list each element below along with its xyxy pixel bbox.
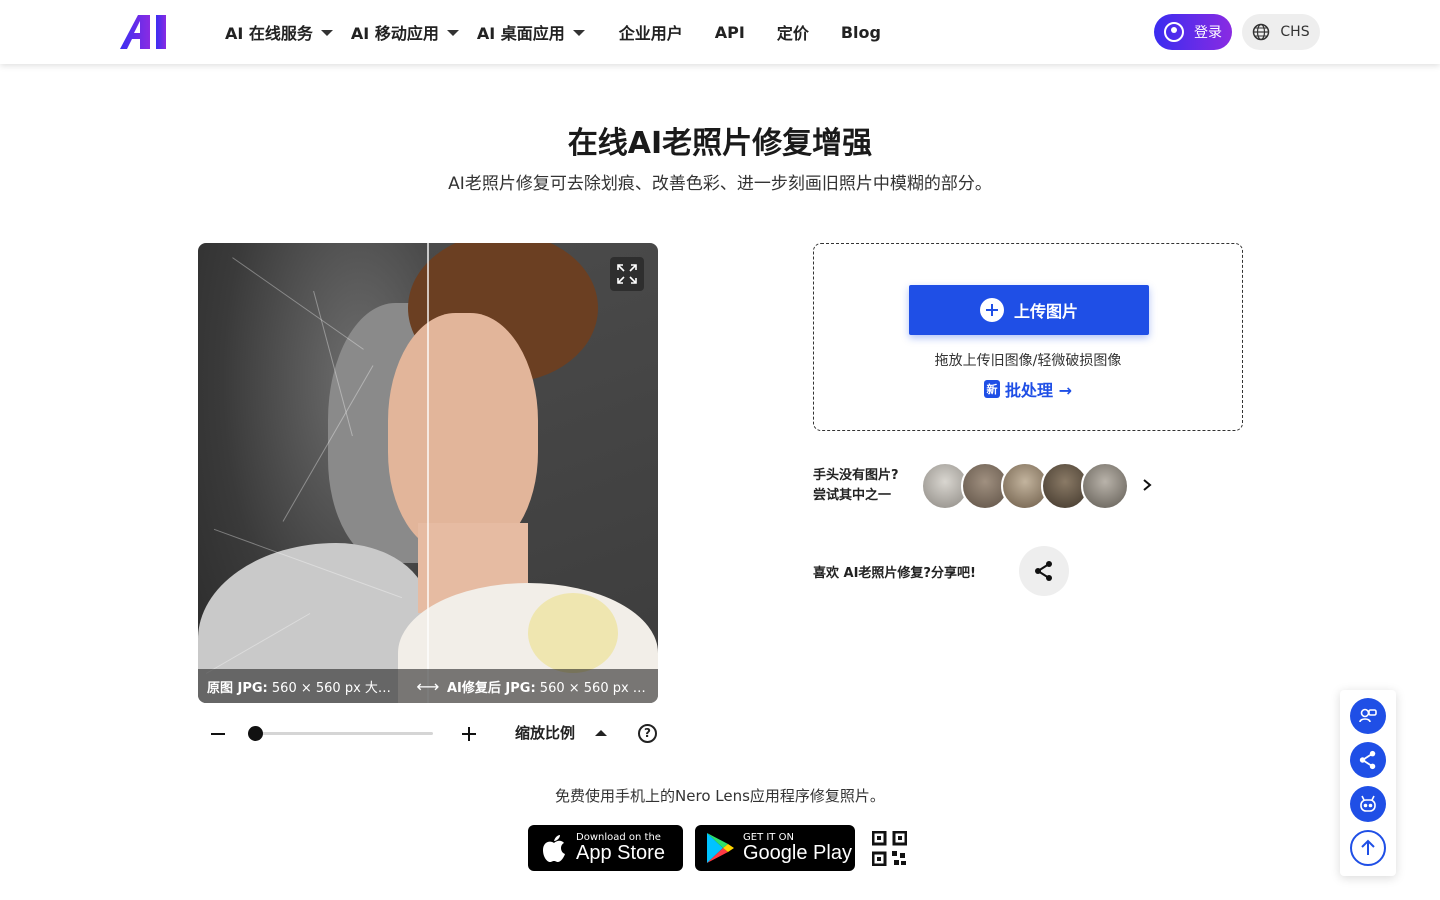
plus-circle-icon (979, 298, 1004, 322)
zoom-out-button[interactable] (208, 724, 228, 744)
compare-arrow-icon: ⟷ (416, 676, 440, 696)
assistant-button[interactable] (1350, 786, 1386, 822)
face-shape (388, 313, 538, 553)
nav-enterprise[interactable]: 企业用户 (619, 20, 683, 44)
sample-prompt-line1: 手头没有图片? (813, 468, 899, 483)
flower-shape (528, 593, 618, 673)
google-play-badge[interactable]: GET IT ON Google Play (695, 825, 855, 871)
restored-info: AI修复后 JPG: 560 × 560 px … (443, 677, 658, 696)
nav-label: AI 在线服务 (225, 24, 313, 43)
expand-icon (617, 264, 637, 284)
google-play-text: GET IT ON Google Play (743, 833, 852, 864)
nav-label: AI 桌面应用 (476, 24, 565, 43)
language-label: CHS (1280, 24, 1310, 40)
zoom-slider-track[interactable] (256, 732, 433, 735)
sample-prompt: 手头没有图片? 尝试其中之一 (813, 466, 899, 506)
original-format-label: 原图 JPG: (207, 680, 268, 696)
sample-image-5[interactable] (1081, 462, 1129, 510)
fullscreen-button[interactable] (610, 257, 644, 291)
login-label: 登录 (1194, 25, 1222, 41)
google-play-big: Google Play (743, 842, 852, 864)
feedback-button[interactable] (1350, 698, 1386, 734)
caret-up-icon (595, 729, 608, 736)
caret-down-icon (446, 30, 459, 36)
user-icon (1164, 22, 1184, 42)
arrow-up-icon (1361, 839, 1375, 855)
caret-down-icon (572, 30, 585, 36)
nav-api[interactable]: API (715, 23, 745, 42)
batch-process-link[interactable]: 新 批处理 → (814, 377, 1242, 401)
share-icon (1035, 561, 1052, 581)
share-prompt: 喜欢 AI老照片修复?分享吧! (813, 566, 976, 581)
original-info: 原图 JPG: 560 × 560 px 大… (198, 677, 413, 696)
app-store-big: App Store (576, 842, 665, 864)
apple-icon (543, 835, 565, 862)
nav-blog[interactable]: Blog (841, 23, 881, 42)
chevron-right-icon[interactable] (1140, 478, 1154, 492)
nav-ai-online-services[interactable]: AI 在线服务 (225, 20, 333, 44)
before-after-comparison[interactable]: 原图 JPG: 560 × 560 px 大… ⟷ AI修复后 JPG: 560… (198, 243, 658, 703)
sample-prompt-line2: 尝试其中之一 (813, 488, 892, 503)
upload-dropzone[interactable]: 上传图片 拖放上传旧图像/轻微破损图像 新 批处理 → (813, 243, 1243, 431)
chat-icon (1359, 708, 1377, 723)
zoom-ratio-label: 缩放比例 (515, 724, 576, 742)
nav-pricing[interactable]: 定价 (777, 20, 809, 44)
sample-images (921, 462, 1129, 510)
nav-label: Blog (840, 22, 881, 42)
batch-label: 批处理 → (1005, 381, 1072, 400)
language-selector[interactable]: CHS (1242, 14, 1320, 50)
qr-code-icon[interactable] (872, 831, 907, 866)
nav-ai-desktop-apps[interactable]: AI 桌面应用 (477, 20, 585, 44)
main-nav: AI 在线服务 AI 移动应用 AI 桌面应用 企业用户 API 定价 Blog (225, 0, 913, 64)
new-badge: 新 (984, 380, 1000, 398)
restored-photo (388, 243, 658, 703)
zoom-ratio-dropdown[interactable]: 缩放比例 (515, 722, 608, 743)
site-logo[interactable] (120, 15, 172, 49)
zoom-in-button[interactable] (459, 724, 479, 744)
app-store-badge[interactable]: Download on the App Store (528, 825, 683, 871)
app-store-text: Download on the App Store (576, 833, 665, 864)
login-button[interactable]: 登录 (1154, 14, 1232, 50)
original-dimensions: 560 × 560 px 大… (267, 680, 391, 696)
dropzone-hint: 拖放上传旧图像/轻微破损图像 (934, 353, 1122, 369)
help-icon[interactable]: ? (638, 724, 657, 743)
share-icon (1359, 750, 1376, 770)
top-navbar: AI 在线服务 AI 移动应用 AI 桌面应用 企业用户 API 定价 Blog… (0, 0, 1440, 64)
globe-icon (1253, 23, 1270, 41)
scratch (232, 257, 364, 350)
upload-button-label: 上传图片 (1013, 302, 1078, 321)
robot-icon (1360, 795, 1376, 812)
restored-format-label: AI修复后 JPG: (447, 680, 536, 696)
nav-label: 企业用户 (618, 24, 683, 43)
nav-label: AI 移动应用 (350, 24, 439, 43)
comparison-slider-handle[interactable] (427, 243, 429, 703)
floating-toolbar (1340, 690, 1396, 876)
back-to-top-button[interactable] (1350, 830, 1386, 866)
nav-label: API (714, 22, 745, 42)
nav-label: 定价 (776, 24, 809, 43)
page-subtitle: AI老照片修复可去除划痕、改善色彩、进一步刻画旧照片中模糊的部分。 (448, 174, 992, 194)
upload-image-button[interactable]: 上传图片 (909, 285, 1149, 335)
restored-dimensions: 560 × 560 px … (535, 680, 646, 696)
share-side-button[interactable] (1350, 742, 1386, 778)
share-button[interactable] (1019, 546, 1069, 596)
zoom-slider-handle[interactable] (248, 726, 263, 741)
caret-down-icon (320, 30, 333, 36)
image-info-bar: 原图 JPG: 560 × 560 px 大… ⟷ AI修复后 JPG: 560… (198, 669, 658, 703)
google-play-icon (707, 833, 734, 863)
page-title: 在线AI老照片修复增强 (567, 126, 873, 161)
mobile-app-promo: 免费使用手机上的Nero Lens应用程序修复照片。 (555, 787, 885, 805)
nav-ai-mobile-apps[interactable]: AI 移动应用 (351, 20, 459, 44)
